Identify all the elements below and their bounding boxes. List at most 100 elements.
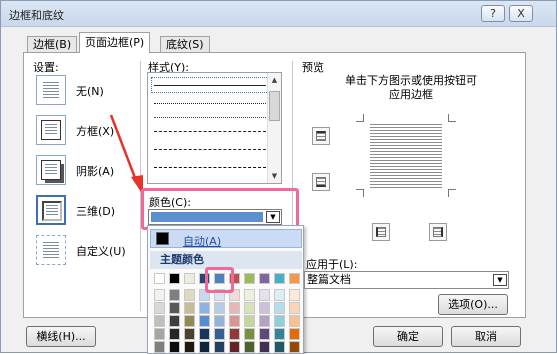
preview-corner-tr [448,114,456,122]
theme-shade-swatch[interactable] [289,341,300,353]
theme-shade-swatch[interactable] [259,328,270,340]
style-dotted[interactable] [154,103,266,104]
theme-shade-swatch[interactable] [214,341,225,353]
tab-page-border[interactable]: 页面边框(P) [79,32,151,53]
preview-instruction: 单击下方图示或使用按钮可应用边框 [345,74,477,101]
theme-color-swatch[interactable] [244,273,255,284]
apply-to-arrow-icon[interactable]: ▼ [493,274,507,286]
theme-shade-swatch[interactable] [184,328,195,340]
style-fine-dotted[interactable] [154,117,266,118]
theme-shade-swatch[interactable] [274,341,285,353]
options-button[interactable]: 选项(O)... [438,294,508,315]
right-border-button[interactable] [429,223,447,241]
theme-color-swatch[interactable] [289,273,300,284]
automatic-color-option[interactable]: 自动(A) [150,229,302,248]
preview-corner-bl [356,189,364,197]
theme-shade-swatch[interactable] [259,341,270,353]
theme-color-swatch[interactable] [169,273,180,284]
theme-color-swatch[interactable] [274,273,285,284]
theme-shade-swatch[interactable] [259,302,270,314]
color-highlight-box [141,188,299,230]
close-button[interactable]: X [509,5,533,22]
setting-3d-label: 三维(D) [76,205,116,218]
theme-shade-swatch[interactable] [244,328,255,340]
theme-color-swatch[interactable] [184,273,195,284]
theme-shade-swatch[interactable] [289,328,300,340]
theme-shade-swatch[interactable] [199,315,210,327]
theme-shade-swatch[interactable] [154,328,165,340]
top-border-button[interactable] [312,127,330,145]
theme-shade-swatch[interactable] [214,328,225,340]
style-dashed-small[interactable] [154,131,266,132]
scroll-up-icon[interactable]: ▲ [268,73,281,87]
theme-shade-swatch[interactable] [274,302,285,314]
theme-shade-swatch[interactable] [259,289,270,301]
border-preview[interactable] [356,114,456,197]
cancel-button[interactable]: 取消 [451,326,521,347]
theme-shade-swatch[interactable] [244,302,255,314]
theme-shade-swatch[interactable] [214,302,225,314]
setting-box-icon [36,115,66,145]
style-dash-dot[interactable] [154,167,266,168]
theme-shade-swatch[interactable] [274,328,285,340]
theme-shade-swatch[interactable] [199,328,210,340]
theme-shade-swatch[interactable] [214,315,225,327]
theme-shade-swatch[interactable] [229,328,240,340]
theme-shade-swatch[interactable] [154,341,165,353]
theme-shade-swatch[interactable] [199,302,210,314]
theme-shade-swatch[interactable] [169,328,180,340]
tab-borders[interactable]: 边框(B) [27,36,78,53]
settings-header: 设置: [33,61,59,74]
theme-shade-swatch[interactable] [154,289,165,301]
window-title: 边框和底纹 [9,9,64,22]
automatic-color-label: 自动(A) [183,235,222,248]
theme-shade-swatch[interactable] [274,315,285,327]
apply-to-label: 应用于(L): [306,258,358,271]
theme-shade-swatch[interactable] [229,302,240,314]
theme-shade-swatch[interactable] [184,315,195,327]
theme-shade-swatch[interactable] [169,289,180,301]
theme-shade-swatch[interactable] [169,302,180,314]
theme-shade-swatch[interactable] [169,341,180,353]
setting-custom-icon [36,235,66,265]
theme-shade-swatch[interactable] [184,341,195,353]
horizontal-line-button[interactable]: 横线(H)... [26,326,96,347]
scroll-thumb[interactable] [269,91,280,121]
theme-shade-swatch[interactable] [244,341,255,353]
style-scrollbar[interactable]: ▲ ▼ [267,73,281,183]
theme-shade-swatch[interactable] [199,341,210,353]
theme-color-swatch[interactable] [154,273,165,284]
setting-3d-icon [36,195,66,225]
theme-shade-swatch[interactable] [229,341,240,353]
preview-header: 预览 [302,61,324,74]
preview-corner-tl [356,114,364,122]
title-bar: 边框和底纹 ? X [1,1,556,27]
style-solid[interactable] [154,85,266,86]
scroll-down-icon[interactable]: ▼ [268,169,281,183]
theme-shade-swatch[interactable] [244,315,255,327]
theme-shade-swatch[interactable] [244,289,255,301]
theme-shade-swatch[interactable] [274,289,285,301]
theme-shade-swatch[interactable] [259,315,270,327]
theme-shade-swatch[interactable] [154,315,165,327]
theme-shade-swatch[interactable] [229,315,240,327]
theme-shade-swatch[interactable] [184,302,195,314]
setting-custom-label: 自定义(U) [76,245,126,258]
theme-shade-swatch[interactable] [289,289,300,301]
preview-text-lines [370,124,442,188]
theme-shade-swatch[interactable] [289,302,300,314]
automatic-color-swatch [156,232,169,245]
style-dashed[interactable] [154,149,266,150]
theme-shade-swatch[interactable] [154,302,165,314]
left-border-button[interactable] [372,223,390,241]
tab-shading[interactable]: 底纹(S) [160,36,210,53]
bottom-border-button[interactable] [312,173,330,191]
theme-shade-swatch[interactable] [289,315,300,327]
theme-color-swatch[interactable] [259,273,270,284]
theme-shade-swatch[interactable] [184,289,195,301]
apply-to-dropdown[interactable]: 整篇文档 ▼ [304,271,509,289]
help-button[interactable]: ? [481,5,505,22]
style-list[interactable]: ▲ ▼ [147,72,282,184]
theme-shade-swatch[interactable] [169,315,180,327]
ok-button[interactable]: 确定 [373,326,443,347]
